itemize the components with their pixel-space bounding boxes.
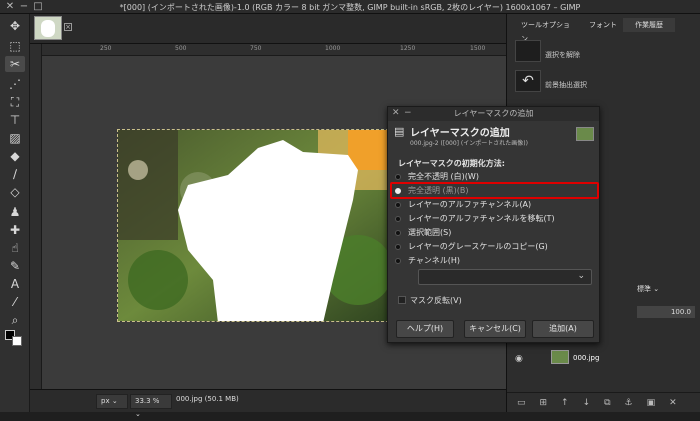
- dialog-title-bar: レイヤーマスクの追加: [388, 107, 599, 121]
- ruler-label: 750: [250, 45, 262, 52]
- ruler-label: 1500: [470, 45, 486, 52]
- image-tabs: [30, 14, 506, 44]
- tab-tool-options[interactable]: ツールオプション: [509, 18, 575, 43]
- photo-content: [118, 130, 388, 321]
- status-bar: px ⌄ 33.3 % ⌄ 000.jpg (50.1 MB): [30, 389, 506, 418]
- vertical-ruler: [30, 44, 42, 392]
- opacity-field[interactable]: 100.0: [637, 306, 695, 318]
- option-label: レイヤーのアルファチャンネルを移転(T): [408, 214, 555, 223]
- unit-select[interactable]: px ⌄: [96, 394, 128, 409]
- dialog-close-icon[interactable]: ✕: [392, 108, 400, 118]
- text-tool-icon[interactable]: A: [5, 276, 25, 292]
- zoom-value: 33.3 %: [135, 397, 160, 405]
- ruler-label: 500: [175, 45, 187, 52]
- scissors-select-tool-icon[interactable]: ✂: [5, 56, 25, 72]
- bucket-fill-icon[interactable]: ◆: [5, 148, 25, 164]
- tab-undo-history[interactable]: 作業履歴: [623, 18, 675, 32]
- option-label: レイヤーのグレースケールのコピー(G): [408, 242, 548, 251]
- warp-tool-icon[interactable]: ▨: [5, 130, 25, 146]
- invert-mask-checkbox[interactable]: [398, 296, 406, 304]
- background-color-swatch[interactable]: [12, 336, 22, 346]
- option-layer-alpha[interactable]: レイヤーのアルファチャンネル(A): [395, 199, 532, 211]
- horizontal-ruler: 250 500 750 1000 1250 1500: [30, 44, 506, 56]
- option-grayscale-copy[interactable]: レイヤーのグレースケールのコピー(G): [395, 241, 548, 253]
- layer-mask-icon: ▤: [394, 125, 405, 138]
- option-label: レイヤーのアルファチャンネル(A): [408, 200, 532, 209]
- crop-tool-icon[interactable]: ⛶: [5, 94, 25, 110]
- ruler-label: 1000: [325, 45, 341, 52]
- status-filename: 000.jpg (50.1 MB): [176, 395, 239, 403]
- add-button[interactable]: 追加(A): [532, 320, 594, 338]
- smudge-tool-icon[interactable]: ☝: [5, 240, 25, 256]
- visibility-eye-icon[interactable]: ◉: [515, 354, 523, 364]
- move-tool-icon[interactable]: ✥: [5, 18, 25, 34]
- option-label: 完全不透明 (白)(W): [408, 172, 479, 181]
- color-picker-icon[interactable]: ⁄: [5, 294, 25, 310]
- add-layer-mask-dialog: レイヤーマスクの追加 ✕ − ▤ レイヤーマスクの追加 000.jpg-2 ([…: [387, 106, 600, 343]
- option-label: チャンネル(H): [408, 256, 461, 265]
- layer-name[interactable]: 000.jpg: [573, 354, 599, 362]
- radio-dot: [395, 174, 401, 180]
- highlight-box: [390, 182, 599, 199]
- transform-tool-icon[interactable]: ⊤: [5, 112, 25, 128]
- toolbox: ✥ ⬚ ✂ ⋰ ⛶ ⊤ ▨ ◆ ∕ ◇ ♟ ✚ ☝ ✎ A ⁄ ⌕: [0, 14, 30, 412]
- help-button[interactable]: ヘルプ(H): [396, 320, 454, 338]
- invert-mask-label: マスク反転(V): [410, 296, 462, 305]
- tab-label: 作業履歴: [635, 21, 663, 29]
- radio-dot: [395, 258, 401, 264]
- mode-select[interactable]: 標準 ⌄: [637, 284, 697, 296]
- history-item[interactable]: 選択を解除: [545, 50, 580, 60]
- option-label: 選択範囲(S): [408, 228, 452, 237]
- radio-dot: [395, 216, 401, 222]
- close-image-tab-icon[interactable]: ×: [64, 23, 72, 31]
- unit-value: px: [101, 397, 110, 405]
- channel-select[interactable]: ⌄: [418, 269, 592, 285]
- ruler-label: 250: [100, 45, 112, 52]
- dialog-heading: レイヤーマスクの追加: [410, 128, 510, 139]
- chevron-down-icon: ⌄: [577, 271, 585, 281]
- history-thumbnail: [515, 40, 541, 62]
- option-channel[interactable]: チャンネル(H): [395, 255, 461, 267]
- radio-dot: [395, 202, 401, 208]
- image-tab-thumbnail[interactable]: [34, 16, 62, 40]
- tab-fonts[interactable]: フォント: [577, 18, 621, 32]
- paintbrush-icon[interactable]: ∕: [5, 166, 25, 182]
- undo-arrow-icon: ↶: [515, 70, 541, 92]
- history-item[interactable]: 前景抽出選択: [545, 80, 587, 90]
- ruler-label: 1250: [400, 45, 416, 52]
- mode-value: 標準: [637, 285, 651, 293]
- dialog-minimize-icon[interactable]: −: [404, 108, 412, 118]
- layer-action-buttons[interactable]: ▭⊞↑↓⧉⚓▣✕: [507, 392, 700, 412]
- zoom-tool-icon[interactable]: ⌕: [5, 312, 25, 328]
- option-transfer-alpha[interactable]: レイヤーのアルファチャンネルを移転(T): [395, 213, 555, 225]
- option-selection[interactable]: 選択範囲(S): [395, 227, 452, 239]
- dialog-window-title: レイヤーマスクの追加: [453, 109, 534, 118]
- eraser-icon[interactable]: ◇: [5, 184, 25, 200]
- heal-tool-icon[interactable]: ✚: [5, 222, 25, 238]
- clone-tool-icon[interactable]: ♟: [5, 204, 25, 220]
- image-canvas[interactable]: [117, 129, 389, 322]
- fuzzy-select-tool-icon[interactable]: ⋰: [5, 76, 25, 92]
- window-title: *[000] (インポートされた画像)-1.0 (RGB カラー 8 bit ガ…: [119, 3, 581, 12]
- rect-select-tool-icon[interactable]: ⬚: [5, 38, 25, 54]
- dialog-subtitle: 000.jpg-2 ([000] (インポートされた画像)): [410, 140, 528, 147]
- cancel-button[interactable]: キャンセル(C): [464, 320, 526, 338]
- section-label: レイヤーマスクの初期化方法:: [398, 159, 505, 168]
- radio-dot: [395, 230, 401, 236]
- layer-preview-thumbnail: [576, 127, 594, 141]
- paths-tool-icon[interactable]: ✎: [5, 258, 25, 274]
- zoom-select[interactable]: 33.3 % ⌄: [130, 394, 172, 418]
- tab-label: フォント: [589, 21, 617, 29]
- layer-thumbnail: [551, 350, 569, 364]
- title-bar: ✕ − □ *[000] (インポートされた画像)-1.0 (RGB カラー 8…: [0, 0, 700, 14]
- radio-dot: [395, 244, 401, 250]
